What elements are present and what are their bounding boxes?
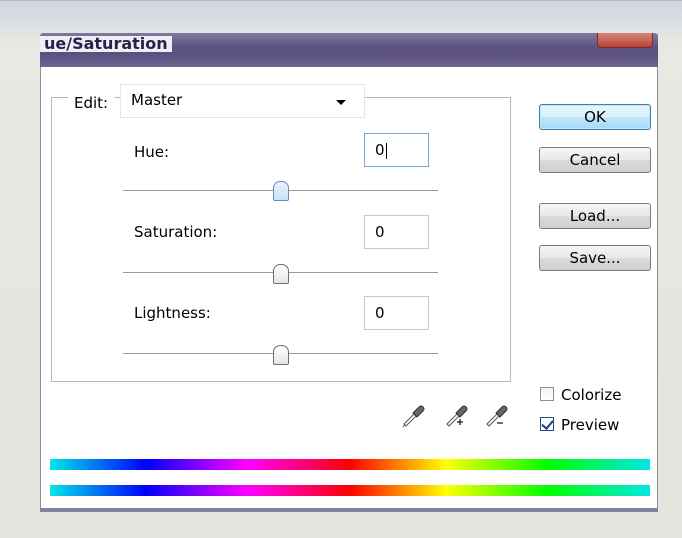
preview-checkbox[interactable] [540,417,554,431]
eyedropper-minus-icon[interactable] [483,402,509,428]
text-caret [385,142,387,159]
ok-button[interactable]: OK [539,104,651,130]
close-button[interactable] [597,33,653,48]
lightness-value: 0 [375,304,385,322]
saturation-slider-thumb[interactable] [272,264,289,284]
hue-input[interactable]: 0 [364,133,429,167]
preview-label: Preview [561,416,620,434]
hue-label: Hue: [134,143,170,161]
output-spectrum-bar [50,485,650,496]
window-bottom-border [40,508,658,512]
saturation-value: 0 [375,223,385,241]
lightness-label: Lightness: [134,304,211,322]
edit-label: Edit: [68,92,115,114]
load-button[interactable]: Load... [539,203,651,229]
colorize-label: Colorize [561,386,622,404]
input-spectrum-bar [50,459,650,470]
hue-value: 0 [375,141,385,159]
lightness-input[interactable]: 0 [364,296,429,330]
cancel-button[interactable]: Cancel [539,147,651,173]
eyedropper-icon[interactable] [400,402,426,428]
saturation-label: Saturation: [134,223,218,241]
checkmark-icon [541,417,554,430]
chevron-down-icon [336,100,346,105]
lightness-slider-thumb[interactable] [272,345,289,365]
window-title: ue/Saturation [40,36,172,52]
eyedropper-plus-icon[interactable] [443,402,469,428]
adjustment-group [51,97,511,382]
saturation-input[interactable]: 0 [364,215,429,249]
edit-dropdown[interactable]: Master [120,84,365,118]
hue-slider-thumb[interactable] [272,181,289,201]
edit-dropdown-value: Master [131,91,183,109]
colorize-checkbox[interactable] [540,387,554,401]
title-bar[interactable]: ue/Saturation [40,33,658,67]
save-button[interactable]: Save... [539,245,651,271]
